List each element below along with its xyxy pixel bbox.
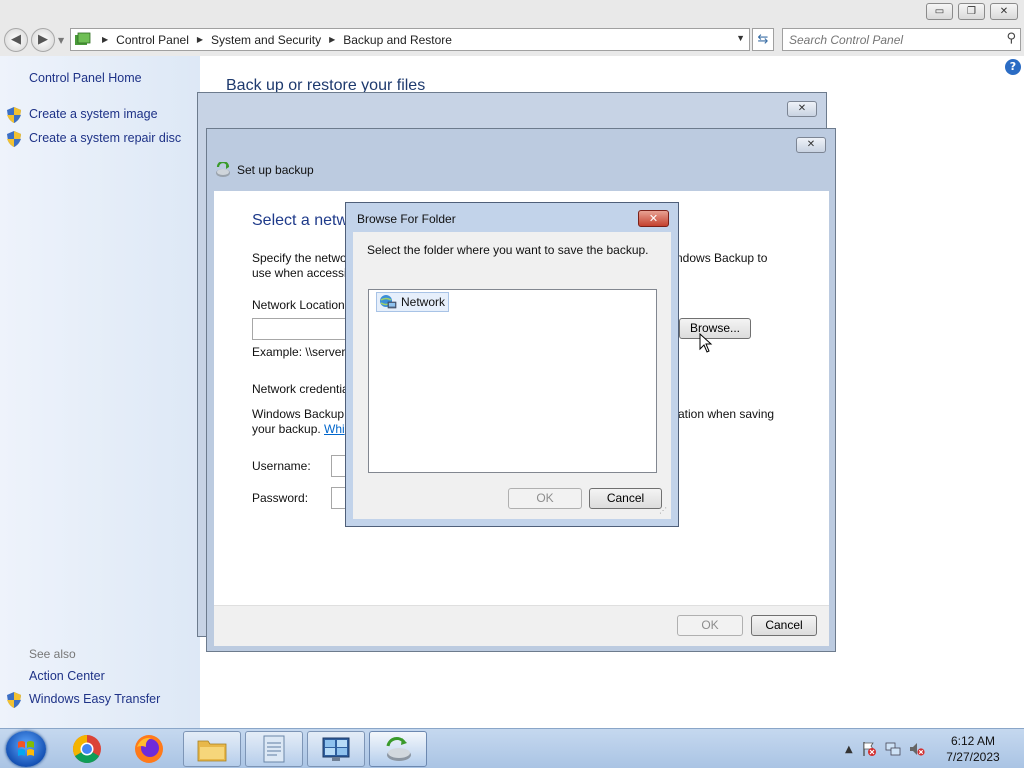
window-titlebar: ▭ ❐ ✕ — [0, 0, 1024, 24]
breadcrumb-control-panel[interactable]: Control Panel — [116, 33, 189, 47]
ok-button[interactable]: OK — [508, 488, 582, 509]
browse-button[interactable]: Browse... — [679, 318, 751, 339]
windows-easy-transfer-link[interactable]: Windows Easy Transfer — [29, 692, 160, 706]
volume-muted-icon[interactable] — [909, 741, 925, 757]
close-button[interactable]: ✕ — [796, 137, 826, 153]
network-location-field[interactable] — [252, 318, 352, 340]
taskbar: ▲ 6:12 AM 7/27/2023 — [0, 728, 1024, 768]
search-input[interactable] — [783, 29, 993, 50]
start-button[interactable] — [6, 731, 46, 767]
backup-icon — [216, 162, 230, 177]
folder-tree[interactable]: Network — [368, 289, 657, 473]
close-button[interactable]: ✕ — [787, 101, 817, 117]
show-hidden-icon[interactable]: ▲ — [845, 744, 853, 755]
restore-button[interactable]: ❐ — [958, 3, 985, 20]
cancel-button[interactable]: Cancel — [589, 488, 662, 509]
action-center-link[interactable]: Action Center — [29, 669, 105, 683]
dialog-header: Set up backup — [215, 162, 314, 178]
shield-icon — [7, 107, 21, 123]
dialog-title: Browse For Folder — [357, 212, 456, 226]
action-center-flag-icon[interactable] — [861, 741, 877, 757]
network-icon[interactable] — [885, 741, 901, 757]
chrome-icon — [73, 735, 101, 763]
password-label: Password: — [252, 491, 309, 505]
shield-icon — [7, 692, 21, 708]
network-credentials-label: Network credentia — [252, 382, 349, 396]
description-text: Specify the netwo — [252, 251, 347, 265]
taskbar-notepad[interactable] — [245, 731, 303, 767]
close-icon: ✕ — [648, 212, 659, 225]
breadcrumb-backup-restore[interactable]: Backup and Restore — [343, 33, 452, 47]
dialog-body: Select the folder where you want to save… — [353, 232, 671, 519]
browse-for-folder-dialog: Browse For Folder ✕ Select the folder wh… — [345, 202, 679, 527]
section-title: Select a netw — [252, 212, 349, 229]
credentials-description: your backup. — [252, 422, 321, 436]
folder-icon — [197, 740, 227, 762]
control-panel-home-link[interactable]: Control Panel Home — [29, 71, 142, 85]
description-text: ndows Backup to — [676, 251, 768, 265]
close-button[interactable]: ✕ — [638, 210, 669, 227]
close-button[interactable]: ✕ — [990, 3, 1018, 20]
backup-icon — [386, 737, 411, 761]
credentials-description: Windows Backup — [252, 407, 345, 421]
firefox-icon — [135, 735, 163, 763]
control-panel-icon — [322, 737, 350, 761]
forward-arrow-icon: ▶ — [38, 32, 48, 47]
clock[interactable]: 6:12 AM 7/27/2023 — [930, 733, 1016, 765]
create-system-image-link[interactable]: Create a system image — [29, 107, 158, 121]
back-button[interactable]: ◀ — [4, 28, 28, 52]
address-toolbar: ◀ ▶ ▼ ▶ Control Panel ▶ System and Secur… — [0, 24, 1024, 56]
chevron-right-icon[interactable]: ▶ — [197, 35, 203, 44]
dialog-footer: OK Cancel — [214, 605, 829, 646]
recent-pages-dropdown[interactable]: ▼ — [58, 36, 64, 45]
network-icon — [380, 295, 397, 309]
help-icon[interactable]: ? — [1005, 59, 1021, 75]
minimize-button[interactable]: ▭ — [926, 3, 953, 20]
example-text: Example: \\server\ — [252, 345, 349, 359]
resize-grip-icon[interactable]: ⋰ — [659, 507, 669, 517]
task-pane: Control Panel Home Create a system image… — [0, 56, 200, 728]
help-link[interactable]: Whi — [324, 422, 345, 436]
document-icon — [263, 735, 285, 763]
forward-button[interactable]: ▶ — [31, 28, 55, 52]
search-box[interactable]: ⚲ — [782, 28, 1021, 51]
close-icon: ✕ — [797, 103, 807, 114]
back-arrow-icon: ◀ — [11, 32, 21, 47]
ok-button[interactable]: OK — [677, 615, 743, 636]
username-label: Username: — [252, 459, 311, 473]
taskbar-explorer[interactable] — [183, 731, 241, 767]
create-repair-disc-link[interactable]: Create a system repair disc — [29, 131, 181, 145]
instruction-text: Select the folder where you want to save… — [367, 243, 649, 257]
address-box[interactable]: ▶ Control Panel ▶ System and Security ▶ … — [70, 28, 750, 51]
taskbar-backup[interactable] — [369, 731, 427, 767]
address-dropdown-icon[interactable]: ▼ — [736, 33, 745, 43]
close-icon: ✕ — [806, 139, 816, 150]
breadcrumb-system-security[interactable]: System and Security — [211, 33, 321, 47]
tree-item-network[interactable]: Network — [376, 292, 450, 312]
taskbar-chrome[interactable] — [58, 731, 116, 767]
windows-logo-icon — [18, 741, 34, 756]
network-location-label: Network Location — [252, 298, 345, 312]
shield-icon — [7, 131, 21, 147]
chevron-right-icon[interactable]: ▶ — [329, 35, 335, 44]
control-panel-icon — [75, 32, 91, 45]
taskbar-firefox[interactable] — [120, 731, 178, 767]
system-tray: ▲ — [845, 741, 925, 757]
refresh-button[interactable]: ⇆ — [752, 28, 774, 51]
taskbar-control-panel[interactable] — [307, 731, 365, 767]
credentials-description: ation when saving — [678, 407, 775, 421]
cancel-button[interactable]: Cancel — [751, 615, 817, 636]
clock-time: 6:12 AM — [950, 734, 996, 748]
chevron-right-icon: ▶ — [102, 35, 109, 44]
search-icon[interactable]: ⚲ — [1006, 31, 1016, 46]
refresh-icon: ⇆ — [757, 32, 769, 47]
see-also-heading: See also — [29, 647, 76, 661]
dialog-title: Set up backup — [237, 163, 314, 177]
mouse-cursor-icon — [699, 333, 713, 353]
tree-item-label: Network — [401, 295, 446, 309]
clock-date: 7/27/2023 — [946, 750, 1000, 764]
description-text: use when accessin — [252, 266, 354, 280]
